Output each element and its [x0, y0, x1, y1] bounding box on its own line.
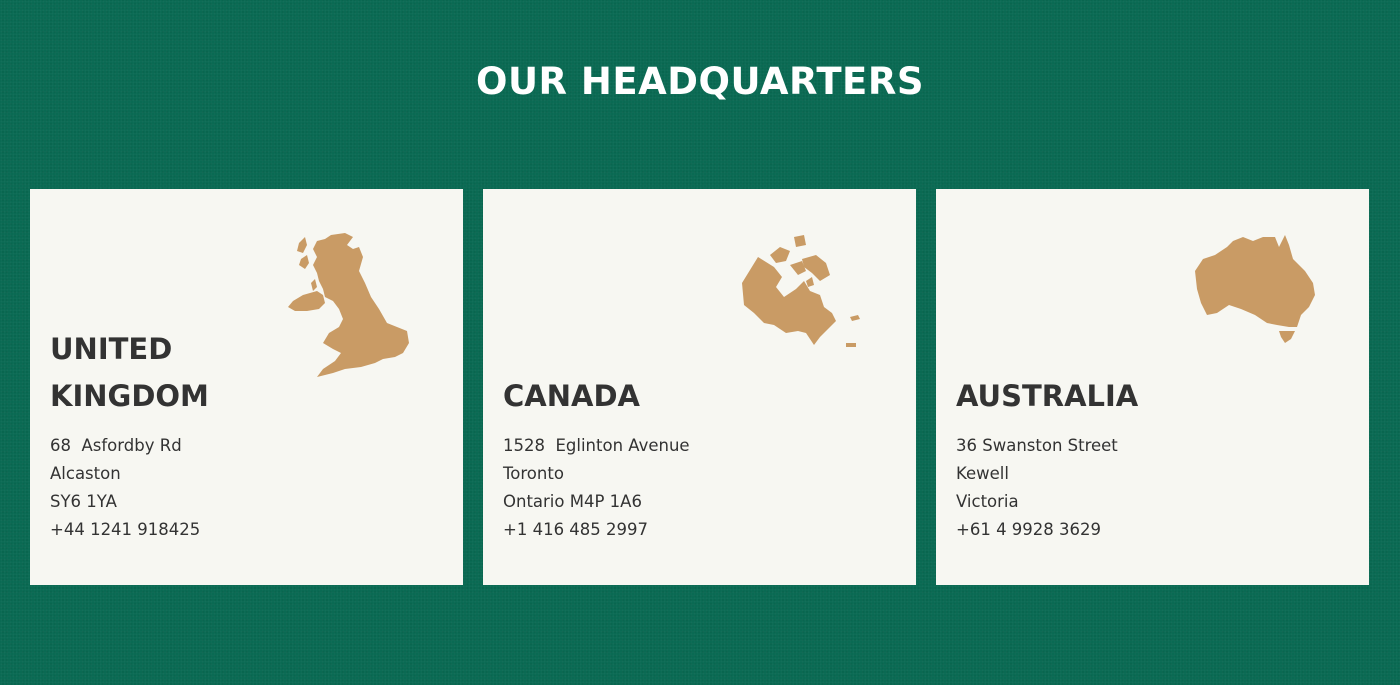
- phone-number[interactable]: +44 1241 918425: [50, 516, 443, 544]
- office-details: CANADA 1528 Eglinton Avenue Toronto Onta…: [503, 373, 896, 544]
- address-city: Kewell: [956, 464, 1009, 483]
- address-postcode: SY6 1YA: [50, 492, 117, 511]
- address-city: Alcaston: [50, 464, 121, 483]
- address-street: 68 Asfordby Rd: [50, 436, 182, 455]
- address-region: Ontario M4P 1A6: [503, 492, 642, 511]
- country-name: UNITED KINGDOM: [50, 332, 209, 413]
- office-card-australia: AUSTRALIA 36 Swanston Street Kewell Vict…: [936, 189, 1369, 585]
- phone-number[interactable]: +61 4 9928 3629: [956, 516, 1349, 544]
- headquarters-cards: UNITED KINGDOM 68 Asfordby Rd Alcaston S…: [30, 189, 1369, 585]
- canada-map-icon: [742, 235, 860, 347]
- address-state: Victoria: [956, 492, 1019, 511]
- country-name: CANADA: [503, 379, 640, 413]
- office-details: AUSTRALIA 36 Swanston Street Kewell Vict…: [956, 373, 1349, 544]
- country-name: AUSTRALIA: [956, 379, 1139, 413]
- office-card-canada: CANADA 1528 Eglinton Avenue Toronto Onta…: [483, 189, 916, 585]
- office-card-united-kingdom: UNITED KINGDOM 68 Asfordby Rd Alcaston S…: [30, 189, 463, 585]
- section-title: OUR HEADQUARTERS: [476, 60, 924, 103]
- address-city: Toronto: [503, 464, 564, 483]
- office-details: UNITED KINGDOM 68 Asfordby Rd Alcaston S…: [50, 326, 443, 544]
- address-street: 1528 Eglinton Avenue: [503, 436, 690, 455]
- address-street: 36 Swanston Street: [956, 436, 1118, 455]
- phone-number[interactable]: +1 416 485 2997: [503, 516, 896, 544]
- australia-map-icon: [1195, 235, 1315, 343]
